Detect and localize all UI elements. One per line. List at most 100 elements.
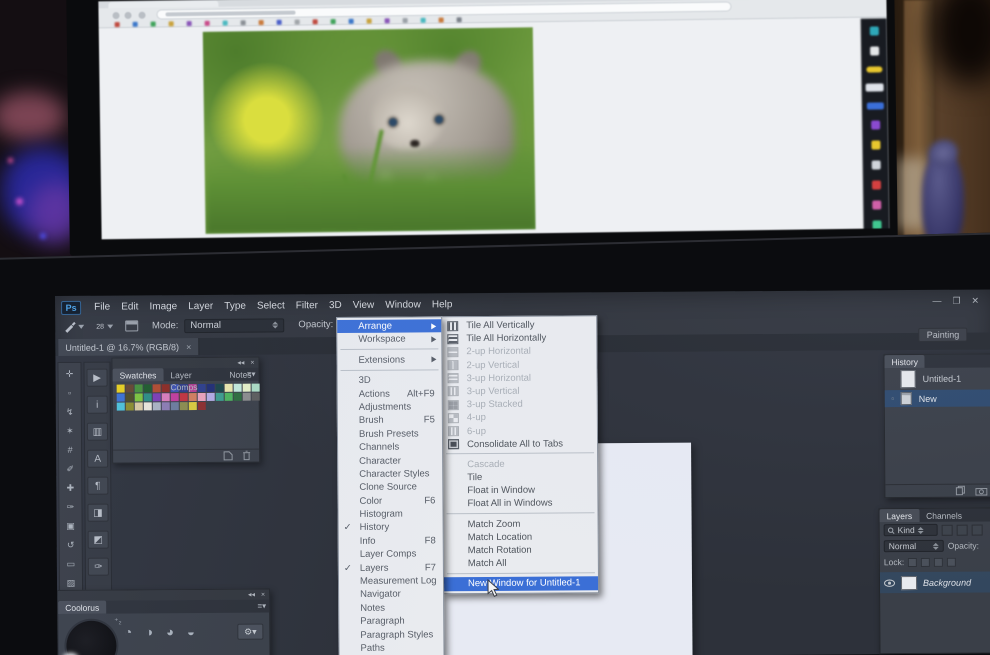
- crop-tool-icon[interactable]: #: [61, 443, 79, 457]
- bookmark-favicon[interactable]: [384, 17, 390, 23]
- restore-button[interactable]: ❐: [952, 296, 960, 307]
- paragraph-styles-panel-icon[interactable]: ◩: [87, 530, 109, 549]
- new-swatch-icon[interactable]: [223, 451, 233, 461]
- filter-adjustment-layers-icon[interactable]: [956, 524, 968, 536]
- bookmark-favicon[interactable]: [294, 19, 300, 25]
- color-swatch[interactable]: [134, 393, 143, 402]
- color-swatch[interactable]: [197, 383, 206, 393]
- window-menu-item[interactable]: Notes: [339, 601, 443, 615]
- filter-pixel-layers-icon[interactable]: [941, 524, 953, 536]
- arrange-submenu-item[interactable]: Match Rotation: [444, 543, 598, 557]
- reload-icon[interactable]: [138, 11, 146, 19]
- bookmark-favicon[interactable]: [204, 20, 210, 26]
- taskbar-app-icon[interactable]: [871, 160, 881, 170]
- window-menu-item[interactable]: Paths: [339, 641, 443, 655]
- toggle-brush-panel-icon[interactable]: [124, 320, 139, 332]
- arrange-submenu-item[interactable]: Tile All Vertically: [442, 318, 596, 332]
- window-menu-item[interactable]: Character: [338, 454, 442, 468]
- color-swatch[interactable]: [134, 384, 143, 393]
- taskbar-app-icon[interactable]: [869, 26, 879, 36]
- lock-pixels-icon[interactable]: [921, 557, 931, 567]
- taskbar-app-icon[interactable]: [871, 220, 882, 230]
- color-swatch[interactable]: [170, 393, 179, 402]
- new-snapshot-camera-icon[interactable]: [975, 486, 988, 496]
- close-button[interactable]: ✕: [971, 296, 979, 307]
- color-swatch[interactable]: [206, 392, 215, 401]
- paragraph-panel-icon[interactable]: ¶: [87, 476, 109, 495]
- color-swatch[interactable]: [233, 383, 242, 392]
- menubar-item[interactable]: File: [89, 302, 115, 313]
- window-menu-item[interactable]: Extensions: [337, 353, 441, 367]
- color-swatch[interactable]: [188, 402, 197, 411]
- coolorus-settings-button[interactable]: ⚙▾: [237, 623, 264, 640]
- window-menu-item[interactable]: Brush Presets: [338, 427, 442, 441]
- color-swatch[interactable]: [233, 392, 242, 401]
- brush-preset-picker[interactable]: 28: [96, 320, 114, 332]
- arrange-submenu-item[interactable]: Tile All Horizontally: [442, 331, 596, 345]
- color-swatch[interactable]: [197, 401, 206, 411]
- collapse-panel-icon[interactable]: ◂◂: [248, 591, 255, 599]
- window-menu-item[interactable]: Measurement Log: [339, 574, 443, 588]
- color-swatch[interactable]: [143, 384, 152, 393]
- bookmark-favicon[interactable]: [348, 18, 354, 24]
- color-swatch[interactable]: [152, 393, 161, 402]
- brush-tool-icon[interactable]: ✑: [61, 500, 79, 514]
- panel-tab[interactable]: Swatches: [112, 368, 164, 382]
- color-swatch[interactable]: [116, 384, 125, 393]
- mixer-icon[interactable]: ◑: [145, 624, 153, 639]
- taskbar-app-icon[interactable]: [870, 120, 880, 130]
- window-menu-item[interactable]: History: [339, 521, 443, 535]
- menubar-item[interactable]: Help: [427, 299, 458, 310]
- menubar-item[interactable]: Type: [219, 301, 251, 312]
- window-menu-item[interactable]: Brush F5: [338, 414, 442, 428]
- history-source-column[interactable]: [885, 394, 901, 403]
- color-swatch[interactable]: [143, 393, 152, 402]
- bookmark-favicon[interactable]: [312, 18, 318, 24]
- bookmark-favicon[interactable]: [222, 20, 228, 26]
- color-swatch[interactable]: [134, 402, 143, 411]
- close-panel-icon[interactable]: ×: [261, 591, 265, 598]
- character-styles-panel-icon[interactable]: ◨: [87, 503, 109, 522]
- menubar-item[interactable]: Edit: [116, 301, 143, 312]
- lasso-tool-icon[interactable]: ↯: [61, 405, 79, 419]
- bookmark-favicon[interactable]: [402, 17, 408, 23]
- color-swatch[interactable]: [143, 402, 152, 411]
- window-menu-item[interactable]: Character Styles: [338, 467, 442, 481]
- taskbar-app-icon[interactable]: [866, 66, 883, 73]
- arrange-submenu-item[interactable]: 3-up Stacked: [443, 397, 597, 411]
- workspace-switcher[interactable]: Painting: [918, 327, 968, 342]
- taskbar-app-icon[interactable]: [866, 102, 884, 110]
- window-menu-item[interactable]: Color F6: [338, 494, 442, 508]
- color-swatch[interactable]: [170, 402, 179, 411]
- actions-panel-icon[interactable]: ▶: [86, 368, 108, 387]
- clone-stamp-tool-icon[interactable]: ▣: [62, 519, 80, 533]
- document-tab[interactable]: Untitled-1 @ 16.7% (RGB/8) ×: [58, 337, 200, 356]
- gradient-tool-icon[interactable]: ▨: [62, 576, 80, 590]
- layer-row-background[interactable]: Background: [879, 571, 990, 594]
- color-swatch[interactable]: [161, 384, 170, 393]
- color-swatch[interactable]: [215, 392, 224, 401]
- eraser-tool-icon[interactable]: ▭: [62, 557, 80, 571]
- window-menu-item[interactable]: Clone Source: [338, 481, 442, 495]
- forward-icon[interactable]: [124, 11, 132, 19]
- marquee-tool-icon[interactable]: ▫: [61, 386, 79, 400]
- character-panel-icon[interactable]: A: [87, 449, 109, 468]
- taskbar-app-icon[interactable]: [871, 200, 881, 210]
- history-brush-tool-icon[interactable]: ↺: [62, 538, 80, 552]
- panel-menu-icon[interactable]: ≡▾: [247, 370, 256, 379]
- minimize-button[interactable]: —: [932, 296, 941, 307]
- color-swatch[interactable]: [179, 393, 188, 402]
- info-panel-icon[interactable]: i: [86, 395, 108, 414]
- arrange-submenu-item[interactable]: Match Location: [444, 530, 598, 544]
- lock-position-icon[interactable]: [934, 557, 944, 567]
- bookmark-favicon[interactable]: [186, 20, 192, 26]
- swap-colors-icon[interactable]: ⁺₂: [114, 617, 121, 626]
- new-document-from-state-icon[interactable]: [955, 485, 966, 496]
- window-menu-item[interactable]: Layer Comps: [339, 548, 443, 562]
- menubar-item[interactable]: Window: [380, 299, 426, 310]
- arrange-submenu-item[interactable]: 2-up Horizontal: [442, 345, 596, 359]
- bookmark-favicon[interactable]: [276, 19, 282, 25]
- window-menu-item[interactable]: Adjustments: [338, 400, 442, 414]
- window-menu-item[interactable]: Paragraph: [339, 615, 443, 629]
- arrange-submenu-item[interactable]: 4-up: [443, 411, 597, 425]
